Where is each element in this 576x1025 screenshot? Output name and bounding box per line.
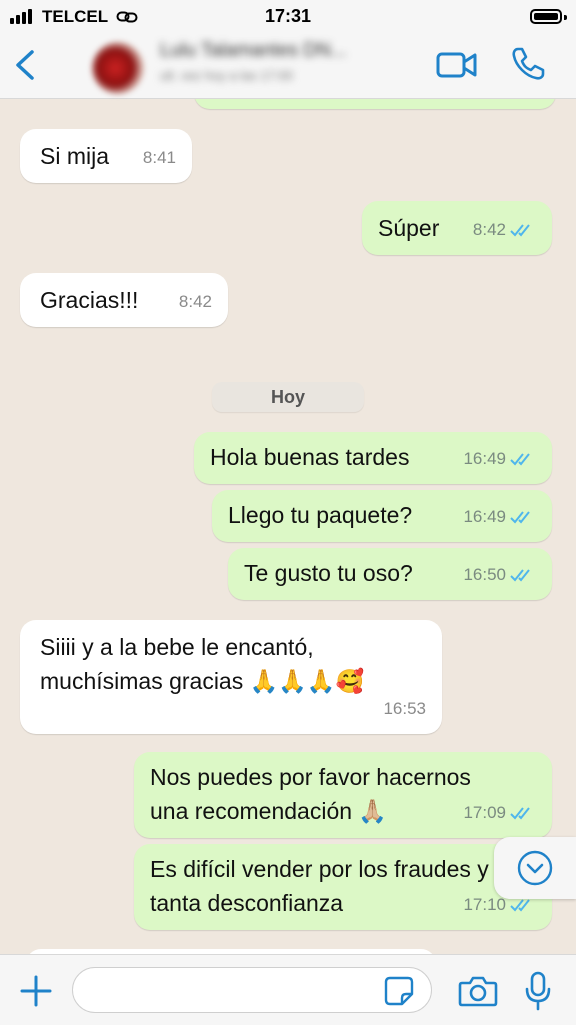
double-check-icon — [510, 569, 530, 582]
message-text: Súper — [378, 215, 440, 241]
chat-area[interactable]: Si mija 8:41 Súper 8:42 Gracias!!! 8:42 … — [0, 99, 576, 954]
message-text: Gracias!!! — [40, 287, 139, 313]
message-bubble[interactable]: Gracias!!! 8:42 — [20, 273, 228, 327]
double-check-icon — [510, 899, 530, 912]
message-time: 8:42 — [472, 220, 506, 239]
status-bar: TELCEL 17:31 — [0, 0, 576, 34]
message-text: Es difícil vender por los fraudes y tant… — [150, 856, 489, 916]
message-bubble[interactable]: Te gusto tu oso? 16:50 — [228, 548, 552, 600]
message-text: Siiii y a la bebe le encantó, muchísimas… — [40, 634, 365, 694]
message-time: 16:53 — [383, 699, 426, 718]
attach-plus-button[interactable] — [18, 973, 54, 1009]
sticker-button[interactable] — [384, 976, 414, 1006]
message-bubble[interactable]: Súper 8:42 — [362, 201, 552, 255]
message-time: 16:49 — [463, 507, 506, 526]
message-text: Llego tu paquete? — [228, 502, 413, 528]
double-check-icon — [510, 453, 530, 466]
message-time: 8:41 — [142, 148, 176, 167]
chat-header: Lulu Talamantes DN... ult. vez hoy a las… — [0, 34, 576, 99]
double-check-icon — [510, 224, 530, 237]
contact-name[interactable]: Lulu Talamantes DN... — [160, 40, 347, 62]
camera-button[interactable] — [458, 975, 498, 1007]
message-bubble[interactable]: Nos puedes por favor hacernos una recome… — [134, 752, 552, 838]
back-button[interactable] — [10, 48, 40, 82]
message-bubble[interactable]: Es difícil vender por los fraudes y tant… — [134, 844, 552, 930]
message-time: 8:42 — [178, 292, 212, 311]
day-separator: Hoy — [212, 382, 364, 412]
message-input[interactable] — [72, 967, 432, 1013]
contact-subtitle: ult. vez hoy a las 17:00 — [160, 68, 293, 83]
message-bubble-partial[interactable] — [194, 99, 556, 109]
microphone-button[interactable] — [524, 971, 552, 1011]
scroll-to-bottom-button[interactable] — [494, 837, 576, 899]
message-bubble[interactable]: Hola buenas tardes 16:49 — [194, 432, 552, 484]
message-bubble[interactable]: Si mija 8:41 — [20, 129, 192, 183]
clock: 17:31 — [264, 6, 312, 26]
message-text: Hola buenas tardes — [210, 444, 410, 470]
message-text: Nos puedes por favor hacernos una recome… — [150, 764, 471, 824]
chevron-down-icon — [517, 850, 553, 886]
message-bubble[interactable]: Llego tu paquete? 16:49 — [212, 490, 552, 542]
battery-icon — [530, 9, 567, 24]
message-text: Te gusto tu oso? — [244, 560, 413, 586]
message-bubble[interactable]: Siiii y a la bebe le encantó, muchísimas… — [20, 620, 442, 734]
message-text: Si mija — [40, 143, 110, 169]
message-time: 17:09 — [463, 803, 506, 822]
video-call-button[interactable] — [436, 50, 478, 80]
message-composer — [0, 954, 576, 1025]
voice-call-button[interactable] — [510, 46, 546, 82]
contact-avatar[interactable] — [92, 42, 144, 94]
message-time: 16:49 — [463, 449, 506, 468]
double-check-icon — [510, 511, 530, 524]
message-time: 16:50 — [463, 565, 506, 584]
double-check-icon — [510, 807, 530, 820]
